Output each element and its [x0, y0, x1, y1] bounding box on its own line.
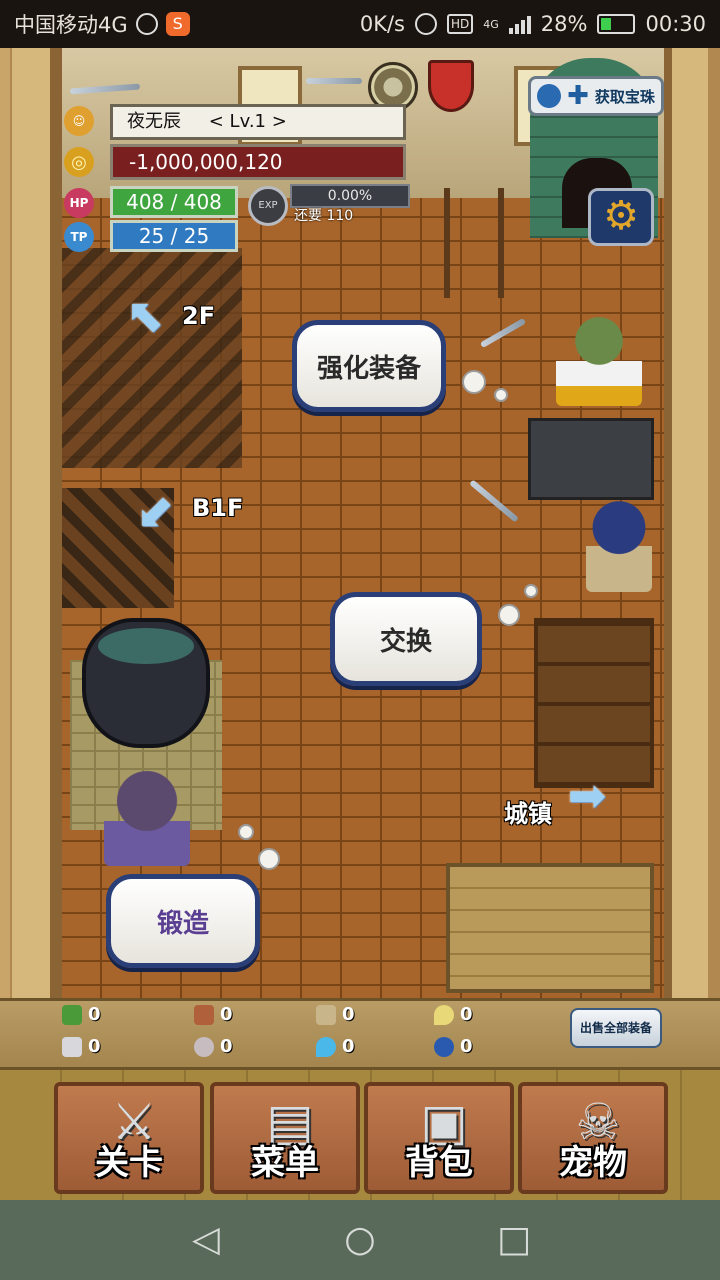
branch-icon [316, 1004, 336, 1025]
net-speed: 0K/s [359, 12, 405, 36]
exchange-label: 交换 [379, 626, 432, 657]
stages-label: 关卡 [95, 1143, 163, 1183]
clock-icon [135, 13, 158, 35]
flame-icon [434, 1004, 454, 1025]
anvil [528, 418, 654, 500]
herb-icon [62, 1004, 82, 1025]
gear-icon: ⚙ [603, 193, 639, 239]
pets-label: 宠物 [559, 1143, 627, 1183]
iron-bar-icon [62, 1036, 82, 1057]
blue-flame-icon [316, 1036, 336, 1057]
ore-icon [194, 1036, 214, 1057]
system-nav-bar: ◁ ○ □ [0, 1200, 720, 1280]
hp-bar: 408 / 408 [110, 186, 238, 218]
status-bar: 中国移动4G S 0K/s HD 4G 28% 00:30 [0, 0, 720, 48]
backpack-button[interactable]: ▣ 背包 [364, 1082, 514, 1194]
bubble-dot [238, 824, 254, 840]
forge-wizard-npc[interactable] [104, 766, 190, 866]
battery-icon [597, 14, 636, 34]
bubble-dot [498, 604, 520, 626]
resource-blue-flame: 0 [316, 1036, 355, 1057]
exp-needed: 还要 110 [294, 208, 354, 224]
bubble-dot [462, 370, 486, 394]
up-arrow-icon[interactable]: ⬉ [120, 290, 170, 340]
sogou-icon: S [165, 12, 190, 36]
forge-bubble[interactable]: 锻造 [106, 874, 260, 968]
forge-label: 锻造 [156, 908, 209, 939]
orb-icon [434, 1036, 454, 1057]
cauldron-liquid [98, 628, 194, 664]
bubble-dot [524, 584, 538, 598]
battery-percent: 28% [540, 12, 588, 36]
resource-orb: 0 [434, 1036, 473, 1057]
goods-shelf [534, 618, 654, 788]
gain-treasure-label: 获取宝珠 [594, 87, 655, 106]
right-wall [664, 48, 720, 1058]
main-menu-bar: ⚔ 关卡 ▤ 菜单 ▣ 背包 ☠ 宠物 [0, 1070, 720, 1200]
resource-iron: 0 [62, 1036, 101, 1057]
bubble-dot [494, 388, 508, 402]
home-icon[interactable]: ○ [338, 1218, 382, 1262]
hp-heart-icon: HP [64, 188, 94, 218]
menu-button[interactable]: ▤ 菜单 [210, 1082, 360, 1194]
floor-b1f-label[interactable]: B1F [192, 494, 243, 522]
recents-icon[interactable]: □ [492, 1218, 536, 1262]
resource-herb: 0 [62, 1004, 101, 1025]
game-scene: ☺ 夜无辰 < Lv.1 > ◎ -1,000,000,120 HP 408 /… [0, 48, 720, 1200]
hd-icon: HD [446, 14, 474, 34]
back-icon[interactable]: ◁ [184, 1218, 228, 1262]
gain-treasure-button[interactable]: ✚ 获取宝珠 [528, 76, 664, 116]
town-label[interactable]: 城镇 [504, 794, 552, 829]
gold-amount: -1,000,000,120 [110, 144, 406, 180]
resource-branch: 0 [316, 1004, 355, 1025]
backpack-label: 背包 [405, 1143, 473, 1183]
right-arrow-icon[interactable]: ➡ [562, 770, 612, 820]
resource-ore: 0 [194, 1036, 233, 1057]
tp-bar: 25 / 25 [110, 220, 238, 252]
stages-button[interactable]: ⚔ 关卡 [54, 1082, 204, 1194]
floor-2f-label[interactable]: 2F [182, 302, 215, 330]
gold-coin-icon: ◎ [64, 147, 94, 177]
player-name: 夜无辰 [127, 111, 181, 132]
orb-icon [537, 84, 562, 108]
wooden-table [446, 863, 654, 993]
exchange-bubble[interactable]: 交换 [330, 592, 482, 686]
carrier-label: 中国移动4G [14, 13, 128, 37]
bubble-dot [258, 848, 280, 870]
enhance-label: 强化装备 [316, 353, 421, 384]
sell-all-equipment-button[interactable]: 出售全部装备 [570, 1008, 662, 1048]
blacksmith-npc[interactable] [556, 306, 642, 406]
red-shield-icon [428, 60, 474, 112]
alarm-icon [414, 13, 437, 35]
sword-icon [306, 78, 362, 84]
plus-icon: ✚ [567, 81, 589, 111]
player-avatar[interactable]: ☺ [64, 106, 94, 136]
resource-flame: 0 [434, 1004, 473, 1025]
left-wall [0, 48, 62, 1058]
down-left-arrow-icon[interactable]: ⬋ [130, 486, 180, 536]
stairs-up[interactable] [62, 248, 242, 468]
resource-wood: 0 [194, 1004, 233, 1025]
clock-time: 00:30 [645, 12, 706, 36]
weapon-rack [444, 188, 504, 298]
player-level: < Lv.1 > [208, 111, 287, 132]
enhance-equipment-bubble[interactable]: 强化装备 [292, 320, 446, 412]
merchant-npc[interactable] [586, 500, 652, 592]
exp-percent: 0.00% [290, 184, 410, 208]
settings-gear-button[interactable]: ⚙ [588, 188, 654, 246]
exp-badge-icon: EXP [248, 186, 288, 226]
tp-heart-icon: TP [64, 222, 94, 252]
signal-icon [508, 14, 531, 34]
wood-icon [194, 1004, 214, 1025]
network-type: 4G [483, 17, 499, 31]
menu-label: 菜单 [251, 1143, 319, 1183]
player-name-box: 夜无辰 < Lv.1 > [110, 104, 406, 140]
pets-button[interactable]: ☠ 宠物 [518, 1082, 668, 1194]
